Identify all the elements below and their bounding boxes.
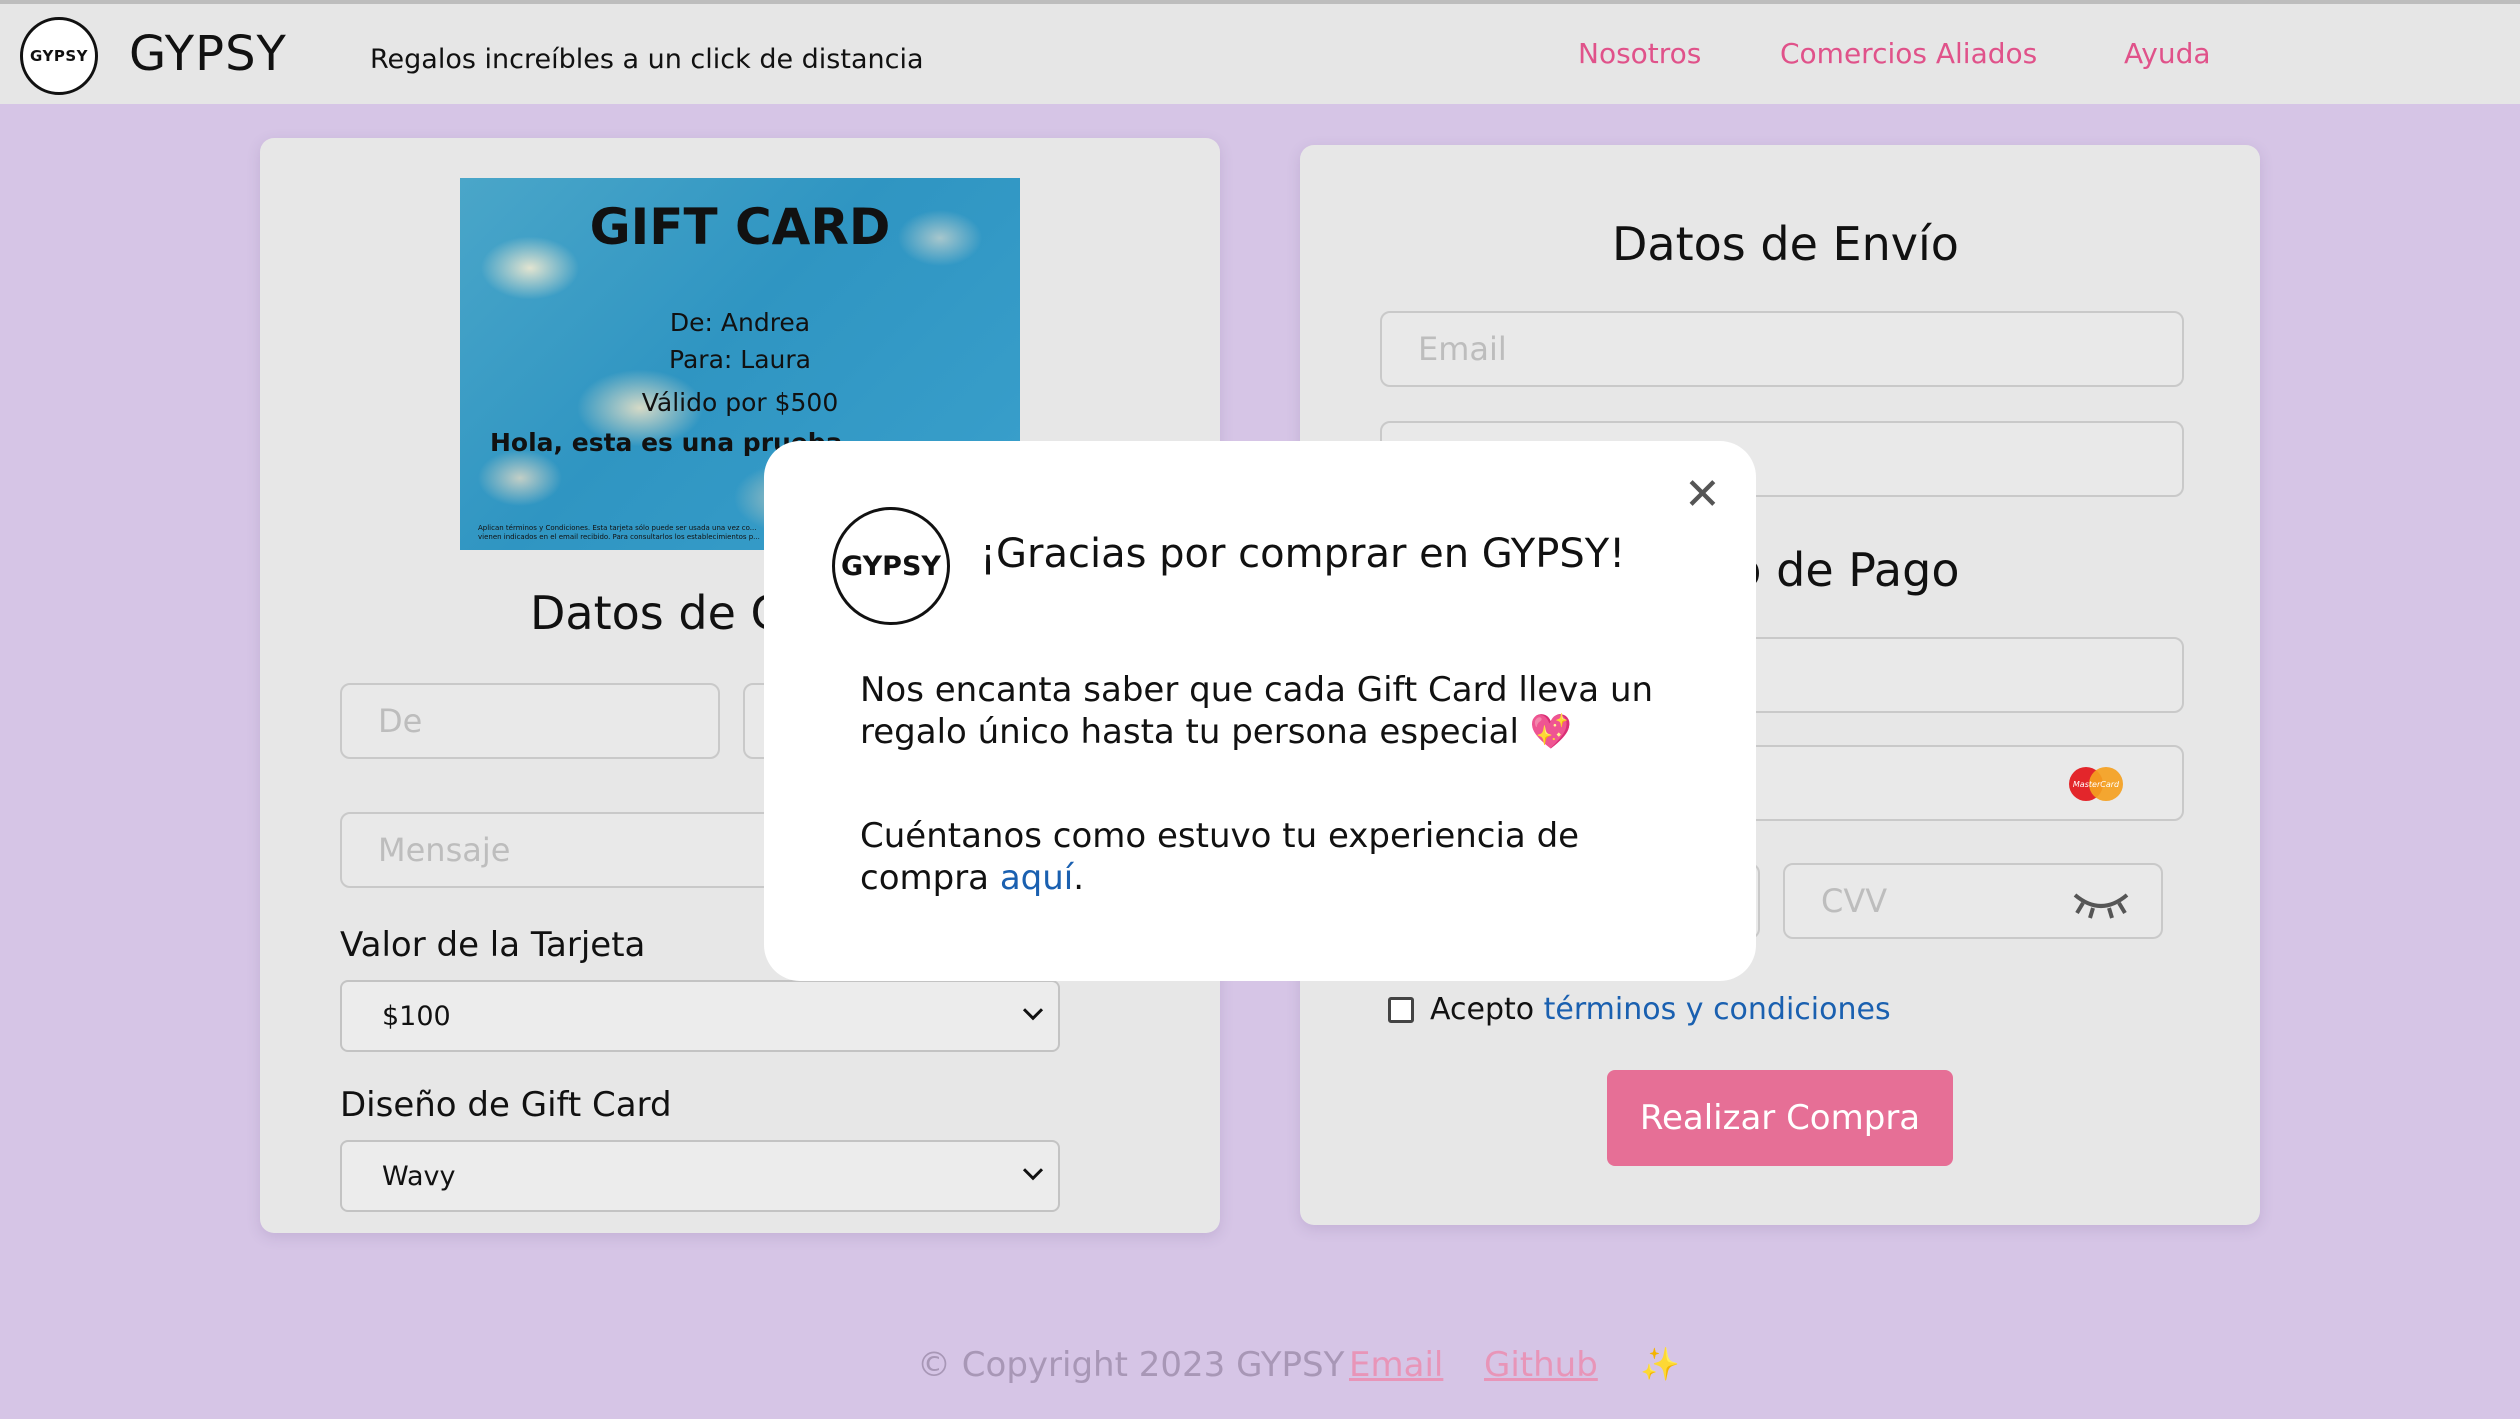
nav-nosotros[interactable]: Nosotros [1578, 37, 1701, 70]
gift-card-title: GIFT CARD [589, 198, 891, 256]
modal-title: ¡Gracias por comprar en GYPSY! [980, 531, 1626, 577]
chevron-down-icon [1022, 1162, 1044, 1187]
modal-paragraph-2: Cuéntanos como estuvo tu experiencia de … [860, 815, 1680, 899]
design-label: Diseño de Gift Card [340, 1085, 672, 1125]
footer-email-link[interactable]: Email [1349, 1345, 1443, 1385]
mastercard-label: MasterCard [2073, 780, 2120, 789]
nav-ayuda[interactable]: Ayuda [2124, 37, 2211, 70]
value-label: Valor de la Tarjeta [340, 925, 646, 965]
sparkle-icon: ✨ [1640, 1345, 1680, 1383]
value-select-text: $100 [382, 1000, 451, 1032]
feedback-link[interactable]: aquí [1000, 858, 1073, 898]
logo[interactable]: GYPSY [20, 17, 98, 95]
modal-paragraph-2-suffix: . [1073, 858, 1085, 898]
tagline: Regalos increíbles a un click de distanc… [370, 44, 924, 75]
terms-checkbox[interactable] [1388, 997, 1414, 1023]
nav-comercios-aliados[interactable]: Comercios Aliados [1780, 37, 2037, 70]
modal-paragraph-1: Nos encanta saber que cada Gift Card lle… [860, 669, 1680, 753]
terms-text: Acepto términos y condiciones [1430, 992, 1891, 1027]
design-select[interactable]: Wavy [340, 1140, 1060, 1212]
accept-label: Acepto [1430, 992, 1535, 1027]
close-icon[interactable]: ✕ [1684, 469, 1721, 520]
footer-copyright: © Copyright 2023 GYPSY [917, 1345, 1345, 1385]
from-input[interactable]: De [340, 683, 720, 759]
modal-paragraph-2-text: Cuéntanos como estuvo tu experiencia de … [860, 816, 1580, 898]
terms-link[interactable]: términos y condiciones [1544, 992, 1891, 1027]
gift-card-from: De: Andrea [669, 308, 811, 337]
chevron-down-icon [1022, 1002, 1044, 1027]
footer-github-link[interactable]: Github [1484, 1345, 1598, 1385]
thank-you-modal: ✕ GYPSY ¡Gracias por comprar en GYPSY! N… [764, 441, 1756, 981]
mastercard-icon: MasterCard [2066, 765, 2126, 811]
heart-icon: 💖 [1529, 712, 1573, 752]
submit-purchase-button[interactable]: Realizar Compra [1607, 1070, 1953, 1166]
gift-card-fine-print: Aplican términos y Condiciones. Esta tar… [478, 524, 760, 541]
modal-logo: GYPSY [832, 507, 950, 625]
value-select[interactable]: $100 [340, 980, 1060, 1052]
cvv-input[interactable]: CVV [1783, 863, 2163, 939]
eye-closed-icon[interactable] [2071, 887, 2131, 929]
brand-name[interactable]: GYPSY [129, 26, 287, 82]
gift-card-to: Para: Laura [669, 345, 811, 374]
shipping-title: Datos de Envío [1612, 217, 1959, 271]
gift-card-value: Válido por $500 [641, 388, 839, 417]
design-select-text: Wavy [382, 1160, 456, 1192]
cvv-placeholder: CVV [1821, 882, 1888, 920]
header: GYPSY GYPSY Regalos increíbles a un clic… [0, 4, 2520, 104]
email-input[interactable]: Email [1380, 311, 2184, 387]
